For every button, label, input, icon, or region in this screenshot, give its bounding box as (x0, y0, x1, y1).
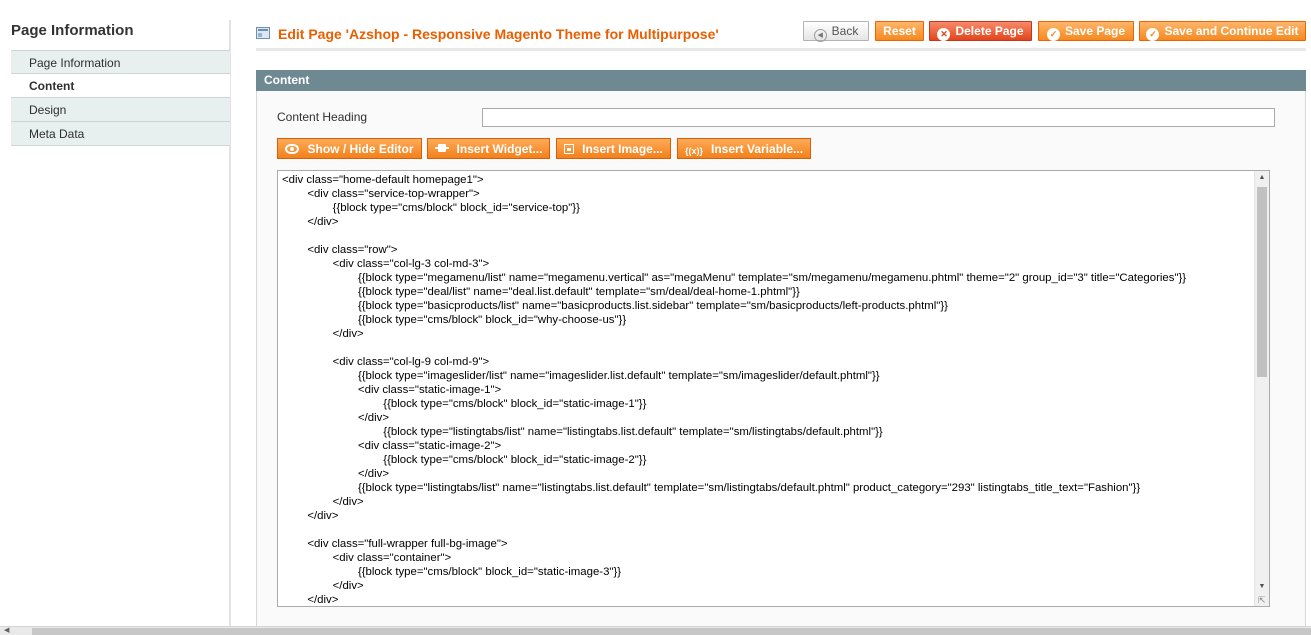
show-hide-editor-button[interactable]: Show / Hide Editor (277, 138, 422, 159)
code-line: {{block type="listingtabs/list" name="li… (282, 482, 1141, 494)
page-icon (256, 27, 270, 39)
header-divider (256, 48, 1306, 51)
insert-variable-label: Insert Variable... (710, 142, 804, 156)
code-line: {{block type="basicproducts/list" name="… (282, 300, 948, 312)
page-title: Edit Page 'Azshop - Responsive Magento T… (278, 26, 719, 42)
reset-button[interactable]: Reset (875, 21, 924, 41)
horizontal-scroll-thumb[interactable] (32, 628, 1311, 635)
content-heading-label: Content Heading (277, 110, 368, 124)
code-line: </div> (282, 216, 339, 228)
delete-icon: ✕ (937, 28, 951, 41)
code-line: {{block type="cms/block" block_id="stati… (282, 454, 647, 466)
scroll-thumb[interactable] (1257, 187, 1267, 377)
scroll-up-icon[interactable]: ▲ (1255, 171, 1269, 185)
scroll-left-icon[interactable]: ◀ (4, 627, 9, 635)
delete-page-button[interactable]: ✕ Delete Page (929, 21, 1032, 41)
code-line: <div class="home-default homepage1"> (282, 174, 484, 186)
variable-icon: {(x)} (684, 146, 703, 156)
code-line: {{block type="imageslider/list" name="im… (282, 370, 880, 382)
code-line: <div class="full-wrapper full-bg-image"> (282, 538, 508, 550)
save-continue-label: Save and Continue Edit (1164, 24, 1299, 38)
content-editor[interactable]: <div class="home-default homepage1"> <di… (277, 170, 1270, 607)
delete-label: Delete Page (955, 24, 1024, 38)
code-line: </div> (282, 580, 364, 592)
content-section-header: Content (256, 70, 1306, 91)
code-line: </div> (282, 412, 389, 424)
resize-handle-icon[interactable]: ⇱ (1258, 595, 1268, 605)
sidebar-title: Page Information (11, 22, 134, 39)
insert-variable-button[interactable]: {(x)} Insert Variable... (677, 138, 811, 159)
code-line: <div class="row"> (282, 244, 398, 256)
editor-code[interactable]: <div class="home-default homepage1"> <di… (282, 173, 1252, 606)
editor-scrollbar[interactable]: ▲ ▼ (1254, 171, 1269, 606)
tab-meta-data[interactable]: Meta Data (11, 122, 230, 146)
code-line: <div class="static-image-1"> (282, 384, 502, 396)
tab-design[interactable]: Design (11, 98, 230, 122)
code-line: </div> (282, 510, 339, 522)
code-line: </div> (282, 496, 364, 508)
back-label: Back (831, 24, 859, 38)
code-line: <div class="service-top-wrapper"> (282, 188, 480, 200)
check-icon: ✓ (1046, 28, 1060, 41)
code-line: <div class="col-lg-9 col-md-9"> (282, 356, 490, 368)
tab-content[interactable]: Content (11, 74, 230, 98)
widget-icon (434, 143, 449, 154)
save-label: Save Page (1064, 24, 1126, 38)
code-line: {{block type="cms/block" block_id="stati… (282, 398, 647, 410)
content-heading-input[interactable] (482, 108, 1275, 127)
show-hide-label: Show / Hide Editor (307, 142, 414, 156)
code-line: {{block type="megamenu/list" name="megam… (282, 272, 1187, 284)
insert-image-label: Insert Image... (582, 142, 663, 156)
code-line: {{block type="deal/list" name="deal.list… (282, 286, 800, 298)
reset-label: Reset (883, 24, 916, 38)
code-line: </div> (282, 594, 339, 606)
code-line: </div> (282, 328, 364, 340)
sidebar: Page Information Page Information Conten… (0, 0, 232, 626)
window-horizontal-scrollbar[interactable]: ◀ (0, 626, 1311, 635)
save-and-continue-button[interactable]: ✓ Save and Continue Edit (1139, 21, 1306, 41)
page-header: Edit Page 'Azshop - Responsive Magento T… (256, 20, 1306, 51)
code-line: {{block type="cms/block" block_id="why-c… (282, 314, 627, 326)
code-line: <div class="container"> (282, 552, 452, 564)
insert-widget-label: Insert Widget... (456, 142, 543, 156)
code-line: {{block type="cms/block" block_id="stati… (282, 566, 622, 578)
code-line: {{block type="listingtabs/list" name="li… (282, 426, 883, 438)
scroll-down-icon[interactable]: ▼ (1255, 580, 1269, 594)
code-line: </div> (282, 468, 389, 480)
back-arrow-icon: ◀ (813, 29, 827, 42)
back-button[interactable]: ◀ Back (803, 21, 869, 42)
tab-page-information[interactable]: Page Information (11, 50, 230, 74)
code-line: <div class="col-lg-3 col-md-3"> (282, 258, 490, 270)
check-icon: ✓ (1146, 28, 1160, 41)
image-icon (564, 144, 575, 154)
sidebar-tabs: Page Information Content Design Meta Dat… (11, 50, 230, 146)
insert-image-button[interactable]: Insert Image... (556, 138, 671, 159)
eye-icon (285, 144, 300, 154)
save-page-button[interactable]: ✓ Save Page (1038, 21, 1134, 41)
code-line: <div class="static-image-2"> (282, 440, 502, 452)
code-line: {{block type="cms/block" block_id="servi… (282, 202, 580, 214)
insert-widget-button[interactable]: Insert Widget... (427, 138, 550, 159)
